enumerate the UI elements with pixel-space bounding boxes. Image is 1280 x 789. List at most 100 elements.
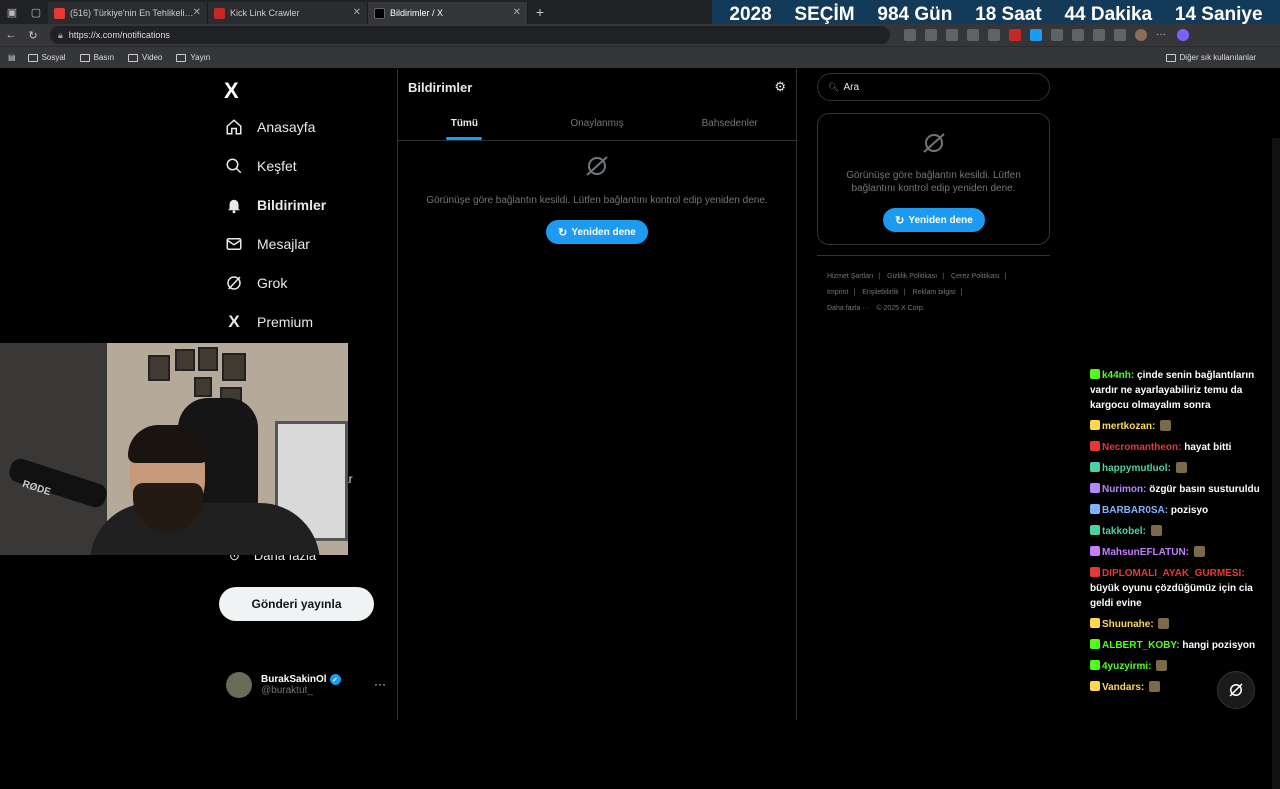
chat-separator: :	[1148, 661, 1155, 672]
chat-badge-icon	[1090, 525, 1100, 535]
chat-message: k44nh: çinde senin bağlantıların vardır …	[1090, 368, 1276, 413]
footer-link-more[interactable]: Daha fazla ···	[827, 305, 869, 312]
star-icon[interactable]	[946, 29, 958, 41]
browser-tab-x[interactable]: Bildirimler / X ✕	[368, 2, 528, 24]
extension-icon[interactable]	[1051, 29, 1063, 41]
avatar	[226, 672, 252, 698]
close-icon[interactable]: ✕	[513, 7, 521, 18]
chat-username[interactable]: Shuunahe	[1102, 619, 1150, 630]
browser-tab-youtube[interactable]: (516) Türkiye'nin En Tehlikeli Mah ✕	[48, 2, 208, 24]
mail-icon	[224, 234, 244, 254]
footer-link[interactable]: Imprint	[827, 289, 848, 296]
sidebar-item-messages[interactable]: Mesajlar	[224, 234, 310, 254]
sidebar-item-premium[interactable]: X Premium	[224, 312, 313, 332]
chat-fab-button[interactable]	[1217, 671, 1255, 709]
grok-icon	[224, 273, 244, 293]
countdown-minutes: 44 Dakika	[1064, 4, 1153, 25]
tab-label: (516) Türkiye'nin En Tehlikeli Mah	[70, 8, 195, 18]
chat-username[interactable]: Necromantheon	[1102, 442, 1178, 453]
chat-username[interactable]: 4yuzyirmi	[1102, 661, 1148, 672]
browser-tab-kick[interactable]: Kick Link Crawler ✕	[208, 2, 368, 24]
new-tab-button[interactable]: +	[528, 4, 552, 20]
sidebar-item-explore[interactable]: Keşfet	[224, 156, 297, 176]
disconnected-icon	[1229, 683, 1243, 697]
search-input[interactable]: 🔍︎ Ara	[817, 73, 1050, 101]
divider	[817, 255, 1050, 256]
reload-icon[interactable]: ↻	[22, 29, 44, 42]
countdown-label: SEÇİM	[794, 4, 855, 25]
extension-icon[interactable]	[1114, 29, 1126, 41]
footer-link[interactable]: Gizlilik Politikası	[887, 273, 937, 280]
chat-username[interactable]: DIPLOMALI_AYAK_GURMESI	[1102, 568, 1241, 579]
chat-badge-icon	[1090, 567, 1100, 577]
bookmark-folder[interactable]: Video	[128, 53, 162, 62]
chat-separator: :	[1241, 568, 1245, 579]
sidebar-item-notifications[interactable]: Bildirimler	[224, 195, 326, 215]
footer-link[interactable]: Erişilebilirlik	[862, 289, 899, 296]
post-button[interactable]: Gönderi yayınla	[219, 587, 374, 621]
extension-icon[interactable]	[1030, 29, 1042, 41]
chat-text: özgür basın susturuldu	[1149, 484, 1260, 495]
chat-emote-icon	[1156, 660, 1168, 671]
search-placeholder: Ara	[843, 81, 859, 93]
close-icon[interactable]: ✕	[193, 7, 201, 18]
avatar[interactable]	[1135, 29, 1147, 41]
tab-verified[interactable]: Onaylanmış	[531, 109, 664, 140]
extensions-row: ···	[904, 29, 1189, 41]
other-bookmarks[interactable]: Diğer sık kullanılanlar	[1165, 53, 1256, 62]
wall-frame	[175, 349, 195, 371]
chat-username[interactable]: takkobel	[1102, 526, 1143, 537]
back-icon[interactable]: ←	[0, 29, 22, 41]
sidebar-item-home[interactable]: Anasayfa	[224, 117, 315, 137]
error-message: Görünüşe göre bağlantın kesildi. Lütfen …	[846, 170, 1021, 194]
home-icon	[224, 117, 244, 137]
chat-username[interactable]: k44nh	[1102, 370, 1131, 381]
chat-username[interactable]: Vandars	[1102, 682, 1141, 693]
more-icon[interactable]: ···	[1156, 29, 1168, 41]
chat-username[interactable]: mertkozan	[1102, 421, 1152, 432]
tab-mentions[interactable]: Bahsedenler	[663, 109, 796, 140]
bookmark-folder[interactable]: Basın	[79, 53, 114, 62]
chat-separator: :	[1140, 682, 1148, 693]
retry-button[interactable]: ↻ Yeniden dene	[883, 208, 985, 232]
bookmark-folder[interactable]: Sosyal	[27, 53, 66, 62]
tab-actions-icon[interactable]: ▢	[24, 0, 48, 24]
profile-name-row: BurakSakinOl ✓	[261, 674, 341, 685]
account-switcher[interactable]: BurakSakinOl ✓ @buraktut_ ···	[226, 669, 386, 701]
wall-frame	[194, 377, 212, 397]
close-icon[interactable]: ✕	[353, 7, 361, 18]
bookmark-folder[interactable]: Yayın	[176, 53, 210, 62]
tab-all[interactable]: Tümü	[398, 109, 531, 140]
extension-icon[interactable]	[1009, 29, 1021, 41]
wall-frame	[148, 355, 170, 381]
bookmark-menu-icon[interactable]: ▤	[8, 53, 16, 62]
workspaces-icon[interactable]: ▣	[0, 0, 24, 24]
chat-emote-icon	[1160, 420, 1172, 431]
chat-username[interactable]: MahsunEFLATUN	[1102, 547, 1186, 558]
x-logo[interactable]: X	[224, 78, 239, 104]
extension-icon[interactable]	[904, 29, 916, 41]
footer-link[interactable]: Reklam bilgisi	[913, 289, 956, 296]
footer-link[interactable]: Hizmet Şartları	[827, 273, 873, 280]
chat-emote-icon	[1175, 462, 1187, 473]
chat-username[interactable]: BARBAR0SA	[1102, 505, 1165, 516]
chat-username[interactable]: Nurimon	[1102, 484, 1143, 495]
verified-badge-icon: ✓	[329, 674, 341, 685]
extension-icon[interactable]	[967, 29, 979, 41]
sidebar-item-label: Keşfet	[257, 158, 297, 174]
extension-icon[interactable]	[1093, 29, 1105, 41]
extension-icon[interactable]	[988, 29, 1000, 41]
chat-separator: :	[1150, 619, 1157, 630]
gear-icon[interactable]: ⚙	[774, 79, 786, 95]
chat-message: DIPLOMALI_AYAK_GURMESI: büyük oyunu çözd…	[1090, 566, 1276, 611]
more-icon[interactable]: ···	[374, 677, 386, 691]
chat-username[interactable]: happymutluol	[1102, 463, 1168, 474]
retry-button[interactable]: ↻ Yeniden dene	[546, 220, 648, 244]
copilot-icon[interactable]	[1177, 29, 1189, 41]
sidebar-item-grok[interactable]: Grok	[224, 273, 287, 293]
extension-icon[interactable]	[925, 29, 937, 41]
chat-username[interactable]: ALBERT_KOBY	[1102, 640, 1176, 651]
footer-link[interactable]: Çerez Politikası	[951, 273, 1000, 280]
url-input[interactable]: 🔒︎ https://x.com/notifications	[50, 26, 890, 44]
extension-icon[interactable]	[1072, 29, 1084, 41]
